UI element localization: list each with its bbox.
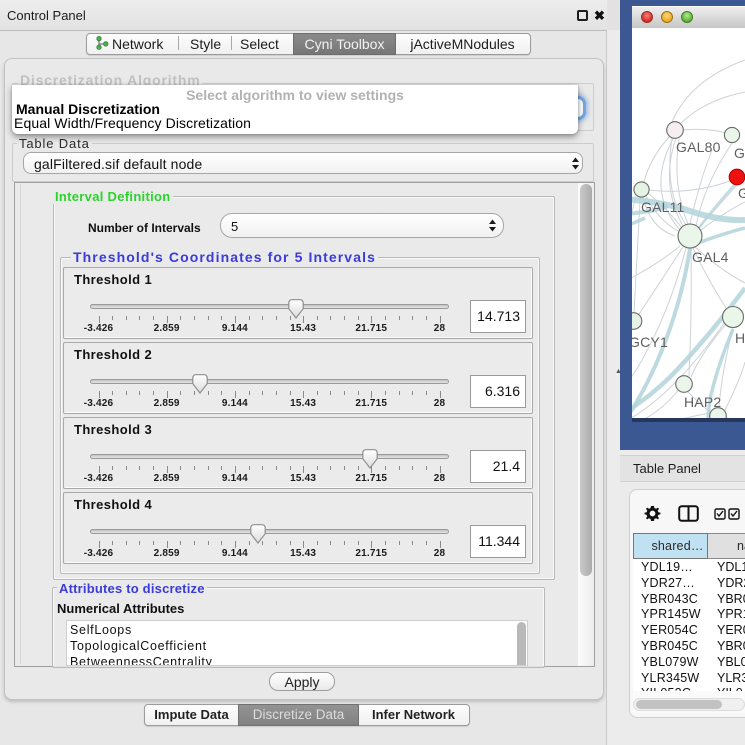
svg-text:GA: GA bbox=[734, 145, 745, 161]
svg-text:G: G bbox=[738, 185, 745, 201]
svg-text:H: H bbox=[735, 330, 745, 346]
svg-text:GAL11: GAL11 bbox=[641, 199, 685, 215]
svg-text:GCY1: GCY1 bbox=[632, 334, 668, 350]
svg-text:HAP2: HAP2 bbox=[684, 394, 721, 410]
svg-text:GAL4: GAL4 bbox=[692, 249, 729, 265]
svg-text:GAL80: GAL80 bbox=[676, 139, 721, 155]
